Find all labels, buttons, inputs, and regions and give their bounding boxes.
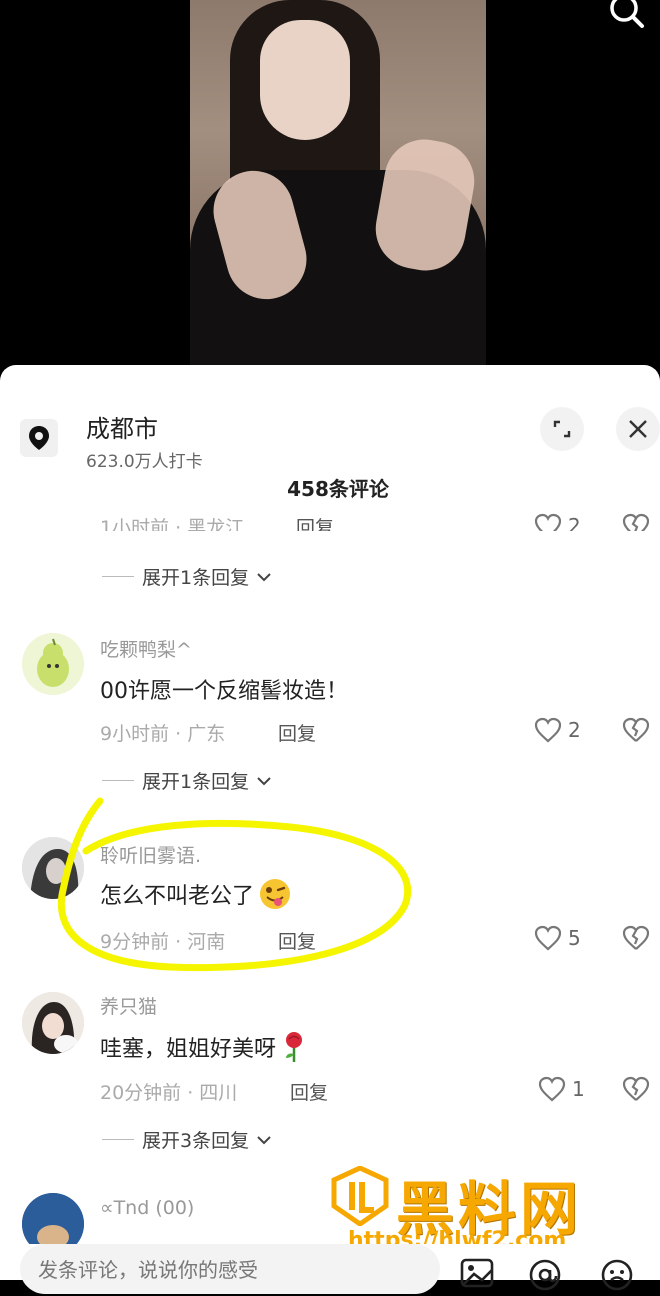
divider xyxy=(102,1139,134,1140)
comment-sheet: 成都市 623.0万人打卡 458条评论 1小时前 · 黑龙江 回复 2 展开1… xyxy=(0,365,660,1280)
expand-replies-button[interactable]: 展开1条回复 xyxy=(102,563,271,590)
dislike-button[interactable] xyxy=(622,1076,650,1106)
comment-count: 458条评论 xyxy=(287,477,389,501)
video-figure-face xyxy=(260,20,350,140)
broken-heart-icon xyxy=(622,717,650,742)
avatar[interactable] xyxy=(22,633,84,695)
like-button[interactable]: 2 xyxy=(534,513,581,531)
emoji-icon[interactable] xyxy=(600,1258,634,1292)
expand-sheet-button[interactable] xyxy=(540,407,584,451)
expand-replies-button[interactable]: 展开1条回复 xyxy=(102,767,271,794)
comment-meta: 20分钟前 · 四川 xyxy=(100,1082,238,1104)
dislike-button[interactable] xyxy=(622,717,650,747)
broken-heart-icon xyxy=(622,1076,650,1101)
location-checkin-count: 623.0万人打卡 xyxy=(86,452,203,472)
user-avatar-image xyxy=(22,992,84,1054)
heart-icon xyxy=(534,513,562,531)
comment-username[interactable]: 吃颗鸭梨^ xyxy=(100,635,192,662)
divider xyxy=(102,780,134,781)
location-pin-badge xyxy=(20,419,58,457)
heart-icon xyxy=(534,925,562,951)
chevron-down-icon xyxy=(257,1135,271,1144)
chevron-down-icon xyxy=(257,776,271,785)
video-frame xyxy=(190,0,486,370)
comment-meta: 9小时前 · 广东 xyxy=(100,723,226,745)
comment-username[interactable]: 养只猫 xyxy=(100,992,157,1019)
comment-item-partial: 1小时前 · 黑龙江 回复 2 展开1条回复 xyxy=(0,511,660,591)
comment-input[interactable]: 发条评论，说说你的感受 xyxy=(20,1244,440,1294)
like-count: 1 xyxy=(572,1077,585,1101)
comment-item: 养只猫 哇塞，姐姐好美呀 20分钟前 · 四川 回复 1 展开3条回复 xyxy=(0,990,660,1160)
divider xyxy=(102,576,134,577)
location-row[interactable]: 成都市 623.0万人打卡 xyxy=(0,385,660,472)
comment-item: 吃颗鸭梨^ 00许愿一个反缩髻妆造！ 9小时前 · 广东 回复 2 展开1条回复 xyxy=(0,631,660,801)
pear-avatar-image xyxy=(22,633,84,695)
close-icon xyxy=(629,420,647,438)
chevron-down-icon xyxy=(257,572,271,581)
like-button[interactable]: 5 xyxy=(534,925,581,951)
reply-button[interactable]: 回复 xyxy=(290,1078,328,1105)
reply-button[interactable]: 回复 xyxy=(296,513,334,531)
expand-replies-label: 展开1条回复 xyxy=(142,771,250,793)
search-button[interactable] xyxy=(604,0,650,40)
avatar[interactable] xyxy=(22,992,84,1054)
broken-heart-icon xyxy=(622,925,650,950)
comment-text: 00许愿一个反缩髻妆造！ xyxy=(100,679,348,704)
broken-heart-icon xyxy=(622,513,650,531)
expand-replies-label: 展开3条回复 xyxy=(142,1130,250,1152)
dislike-button[interactable] xyxy=(622,925,650,955)
location-pin-icon xyxy=(29,426,49,450)
reply-button[interactable]: 回复 xyxy=(278,719,316,746)
highlight-circle-annotation xyxy=(57,797,412,972)
like-button[interactable]: 1 xyxy=(538,1076,585,1102)
dislike-button[interactable] xyxy=(622,513,650,531)
like-count: 2 xyxy=(568,718,581,742)
expand-replies-button[interactable]: 展开3条回复 xyxy=(102,1126,271,1153)
comment-text-row: 哇塞，姐姐好美呀 xyxy=(100,1030,308,1064)
comment-text: 哇塞，姐姐好美呀 xyxy=(100,1037,277,1062)
heart-icon xyxy=(534,717,562,743)
rose-emoji-icon xyxy=(286,1032,303,1062)
expand-replies-label: 展开1条回复 xyxy=(142,567,250,589)
video-player[interactable] xyxy=(0,0,660,370)
like-count: 5 xyxy=(568,926,581,950)
like-count: 2 xyxy=(568,514,581,531)
comment-username[interactable]: ∝Tnd (00) xyxy=(100,1197,194,1219)
like-button[interactable]: 2 xyxy=(534,717,581,743)
watermark-logo-icon xyxy=(331,1166,389,1226)
search-icon xyxy=(610,0,644,28)
expand-icon xyxy=(553,420,571,438)
image-icon[interactable] xyxy=(460,1258,494,1288)
comment-meta: 1小时前 · 黑龙江 xyxy=(100,517,245,531)
heart-icon xyxy=(538,1076,566,1102)
comment-input-bar: 发条评论，说说你的感受 xyxy=(0,1244,660,1294)
close-sheet-button[interactable] xyxy=(616,407,660,451)
at-mention-icon[interactable] xyxy=(528,1258,562,1292)
location-title: 成都市 xyxy=(86,415,158,443)
